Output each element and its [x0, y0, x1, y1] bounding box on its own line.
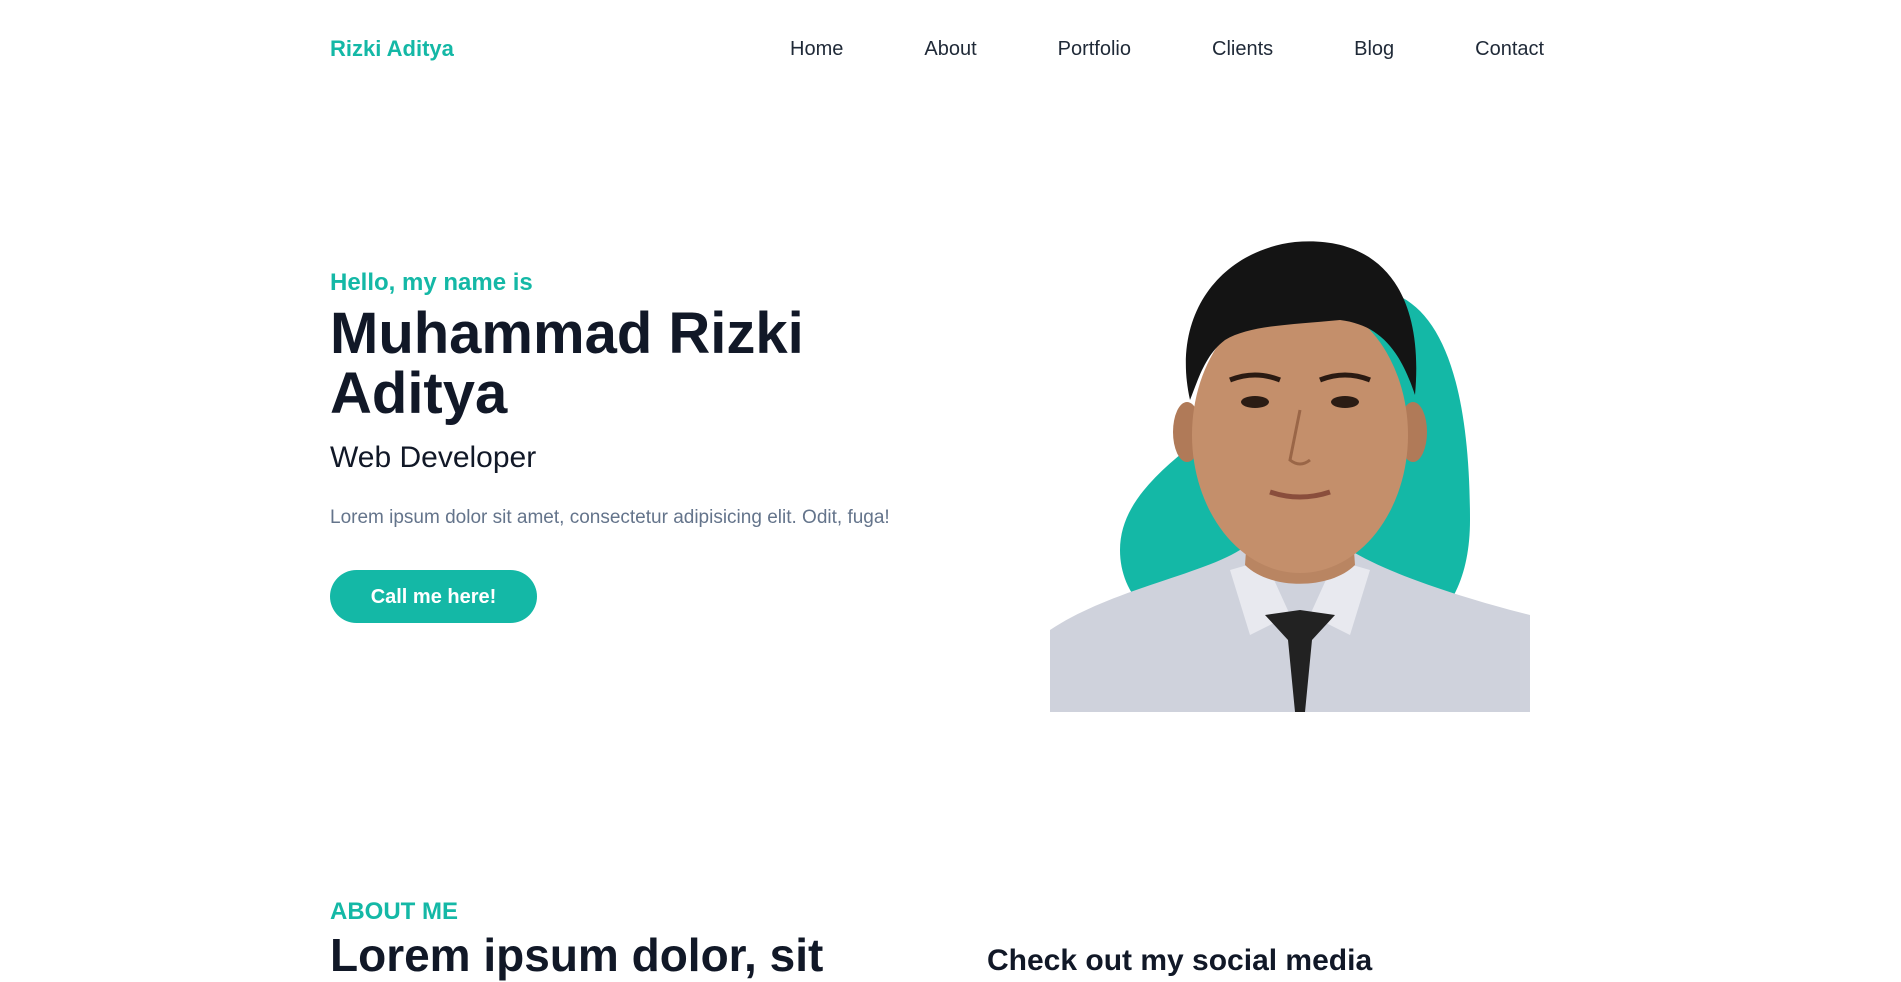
- call-me-button[interactable]: Call me here!: [330, 570, 537, 623]
- hero-greeting: Hello, my name is: [330, 269, 533, 296]
- nav-home-link[interactable]: Home: [790, 36, 843, 62]
- about-section-label: ABOUT ME: [330, 898, 458, 925]
- main-nav: Home About Portfolio Clients Blog Contac…: [790, 36, 1544, 62]
- site-logo[interactable]: Rizki Aditya: [330, 36, 454, 62]
- social-media-heading: Check out my social media: [987, 944, 1373, 977]
- nav-portfolio-link[interactable]: Portfolio: [1058, 36, 1131, 62]
- nav-blog-link[interactable]: Blog: [1354, 36, 1394, 62]
- hero-description: Lorem ipsum dolor sit amet, consectetur …: [330, 507, 890, 528]
- nav-about-link[interactable]: About: [924, 36, 976, 62]
- hero-section: Hello, my name is Muhammad Rizki Aditya …: [330, 268, 970, 623]
- nav-clients-link[interactable]: Clients: [1212, 36, 1273, 62]
- nav-contact-link[interactable]: Contact: [1475, 36, 1544, 62]
- about-title: Lorem ipsum dolor, sit: [330, 929, 824, 981]
- profile-photo: [1050, 241, 1530, 712]
- site-header: Rizki Aditya Home About Portfolio Client…: [0, 0, 1901, 100]
- hero-name: Muhammad Rizki Aditya: [330, 301, 804, 426]
- hero-role: Web Developer: [330, 441, 537, 474]
